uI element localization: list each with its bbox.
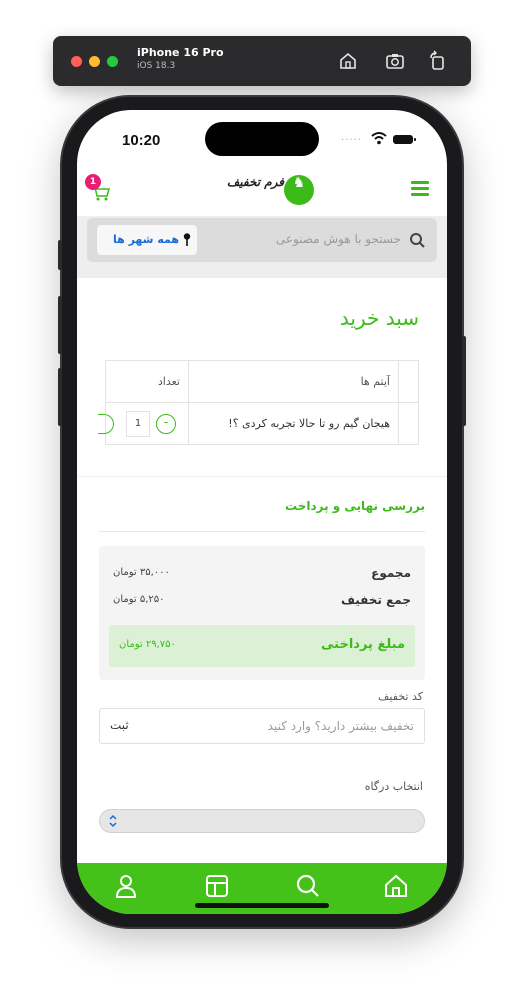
discount-sum-label: جمع تخفیف: [340, 593, 411, 607]
rotate-icon[interactable]: [427, 50, 449, 72]
logo[interactable]: فرم تخفیف ♞: [222, 172, 322, 210]
status-time: 10:20: [122, 132, 161, 149]
qty-column-header: تعداد: [105, 360, 189, 403]
close-window-button[interactable]: [71, 56, 82, 67]
payable-label: مبلغ پرداختی: [321, 637, 405, 652]
city-selector-button[interactable]: همه شهر ها: [97, 225, 197, 255]
decrease-qty-button[interactable]: -: [156, 414, 176, 434]
phone-screen: 10:20 ..... 1 فرم تخفیف ♞ جستجو با هوش م…: [77, 110, 447, 914]
checkout-title: بررسی نهایی و پرداخت: [285, 499, 425, 513]
cart-count-badge: 1: [85, 174, 101, 190]
search-placeholder: جستجو با هوش مصنوعی: [275, 232, 401, 246]
table-row: هیجان گیم رو تا حالا تجربه کردی ؟! - 1: [98, 402, 419, 445]
gateway-select[interactable]: [99, 809, 425, 833]
gateway-label: انتخاب درگاه: [364, 780, 423, 793]
section-divider: [77, 476, 447, 477]
home-indicator: [195, 903, 329, 908]
increase-qty-button[interactable]: [98, 414, 114, 434]
cart-title: سبد خرید: [339, 306, 419, 330]
discount-sum-value: ۵,۲۵۰ تومان: [113, 594, 165, 605]
logo-text: فرم تخفیف: [226, 175, 284, 189]
action-button[interactable]: [58, 240, 62, 270]
payable-value: ۲۹,۷۵۰ تومان: [119, 639, 176, 650]
discount-row: جمع تخفیف ۵,۲۵۰ تومان: [113, 593, 411, 611]
table-header-row: آیتم ها تعداد: [105, 360, 419, 403]
simulator-toolbar: iPhone 16 Pro iOS 18.3: [53, 36, 471, 86]
hamburger-menu-icon[interactable]: [411, 181, 429, 197]
total-label: مجموع: [371, 566, 411, 580]
screenshot-icon[interactable]: [384, 50, 406, 72]
os-version: iOS 18.3: [137, 61, 176, 71]
search-icon: [410, 233, 425, 248]
item-name: هیجان گیم رو تا حالا تجربه کردی ؟!: [188, 402, 399, 445]
city-label: همه شهر ها: [112, 233, 179, 246]
volume-down-button[interactable]: [58, 368, 62, 426]
cart-button[interactable]: 1: [83, 174, 117, 208]
battery-icon: [393, 135, 416, 144]
home-icon[interactable]: [383, 873, 409, 899]
dynamic-island: [205, 122, 319, 156]
discount-code-input[interactable]: تخفیف بیشتر دارید؟ وارد کنید: [268, 719, 414, 733]
category-icon[interactable]: [204, 873, 230, 899]
qty-input[interactable]: 1: [126, 411, 150, 437]
qty-stepper: - 1: [98, 402, 189, 445]
cart-items-table: آیتم ها تعداد هیجان گیم رو تا حالا تجربه…: [98, 360, 419, 445]
zoom-window-button[interactable]: [107, 56, 118, 67]
discount-code-field[interactable]: تخفیف بیشتر دارید؟ وارد کنید ثبت: [99, 708, 425, 744]
table-header-cell: [398, 360, 419, 403]
total-value: ۳۵,۰۰۰ تومان: [113, 567, 170, 578]
payment-summary: مجموع ۳۵,۰۰۰ تومان جمع تخفیف ۵,۲۵۰ تومان…: [99, 546, 425, 680]
pin-icon: [183, 233, 191, 246]
search-area: جستجو با هوش مصنوعی همه شهر ها: [77, 216, 447, 278]
payable-row: مبلغ پرداختی ۲۹,۷۵۰ تومان: [109, 625, 415, 667]
wifi-icon: [371, 132, 387, 145]
volume-up-button[interactable]: [58, 296, 62, 354]
total-row: مجموع ۳۵,۰۰۰ تومان: [113, 566, 411, 584]
home-icon[interactable]: [337, 50, 359, 72]
discount-submit-button[interactable]: ثبت: [110, 718, 129, 732]
power-button[interactable]: [462, 336, 466, 426]
logo-mark-icon: ♞: [284, 175, 314, 205]
divider: [99, 531, 425, 532]
search-input[interactable]: جستجو با هوش مصنوعی همه شهر ها: [87, 218, 437, 262]
minimize-window-button[interactable]: [89, 56, 100, 67]
discount-code-label: کد تخفیف: [378, 690, 423, 703]
search-icon[interactable]: [295, 873, 321, 899]
profile-icon[interactable]: [113, 873, 139, 899]
app-header: 1 فرم تخفیف ♞: [77, 166, 447, 216]
signal-indicator: .....: [341, 132, 362, 143]
table-cell: [398, 402, 419, 445]
device-name: iPhone 16 Pro: [137, 46, 224, 59]
select-arrows-icon: [109, 814, 117, 828]
items-column-header: آیتم ها: [188, 360, 399, 403]
